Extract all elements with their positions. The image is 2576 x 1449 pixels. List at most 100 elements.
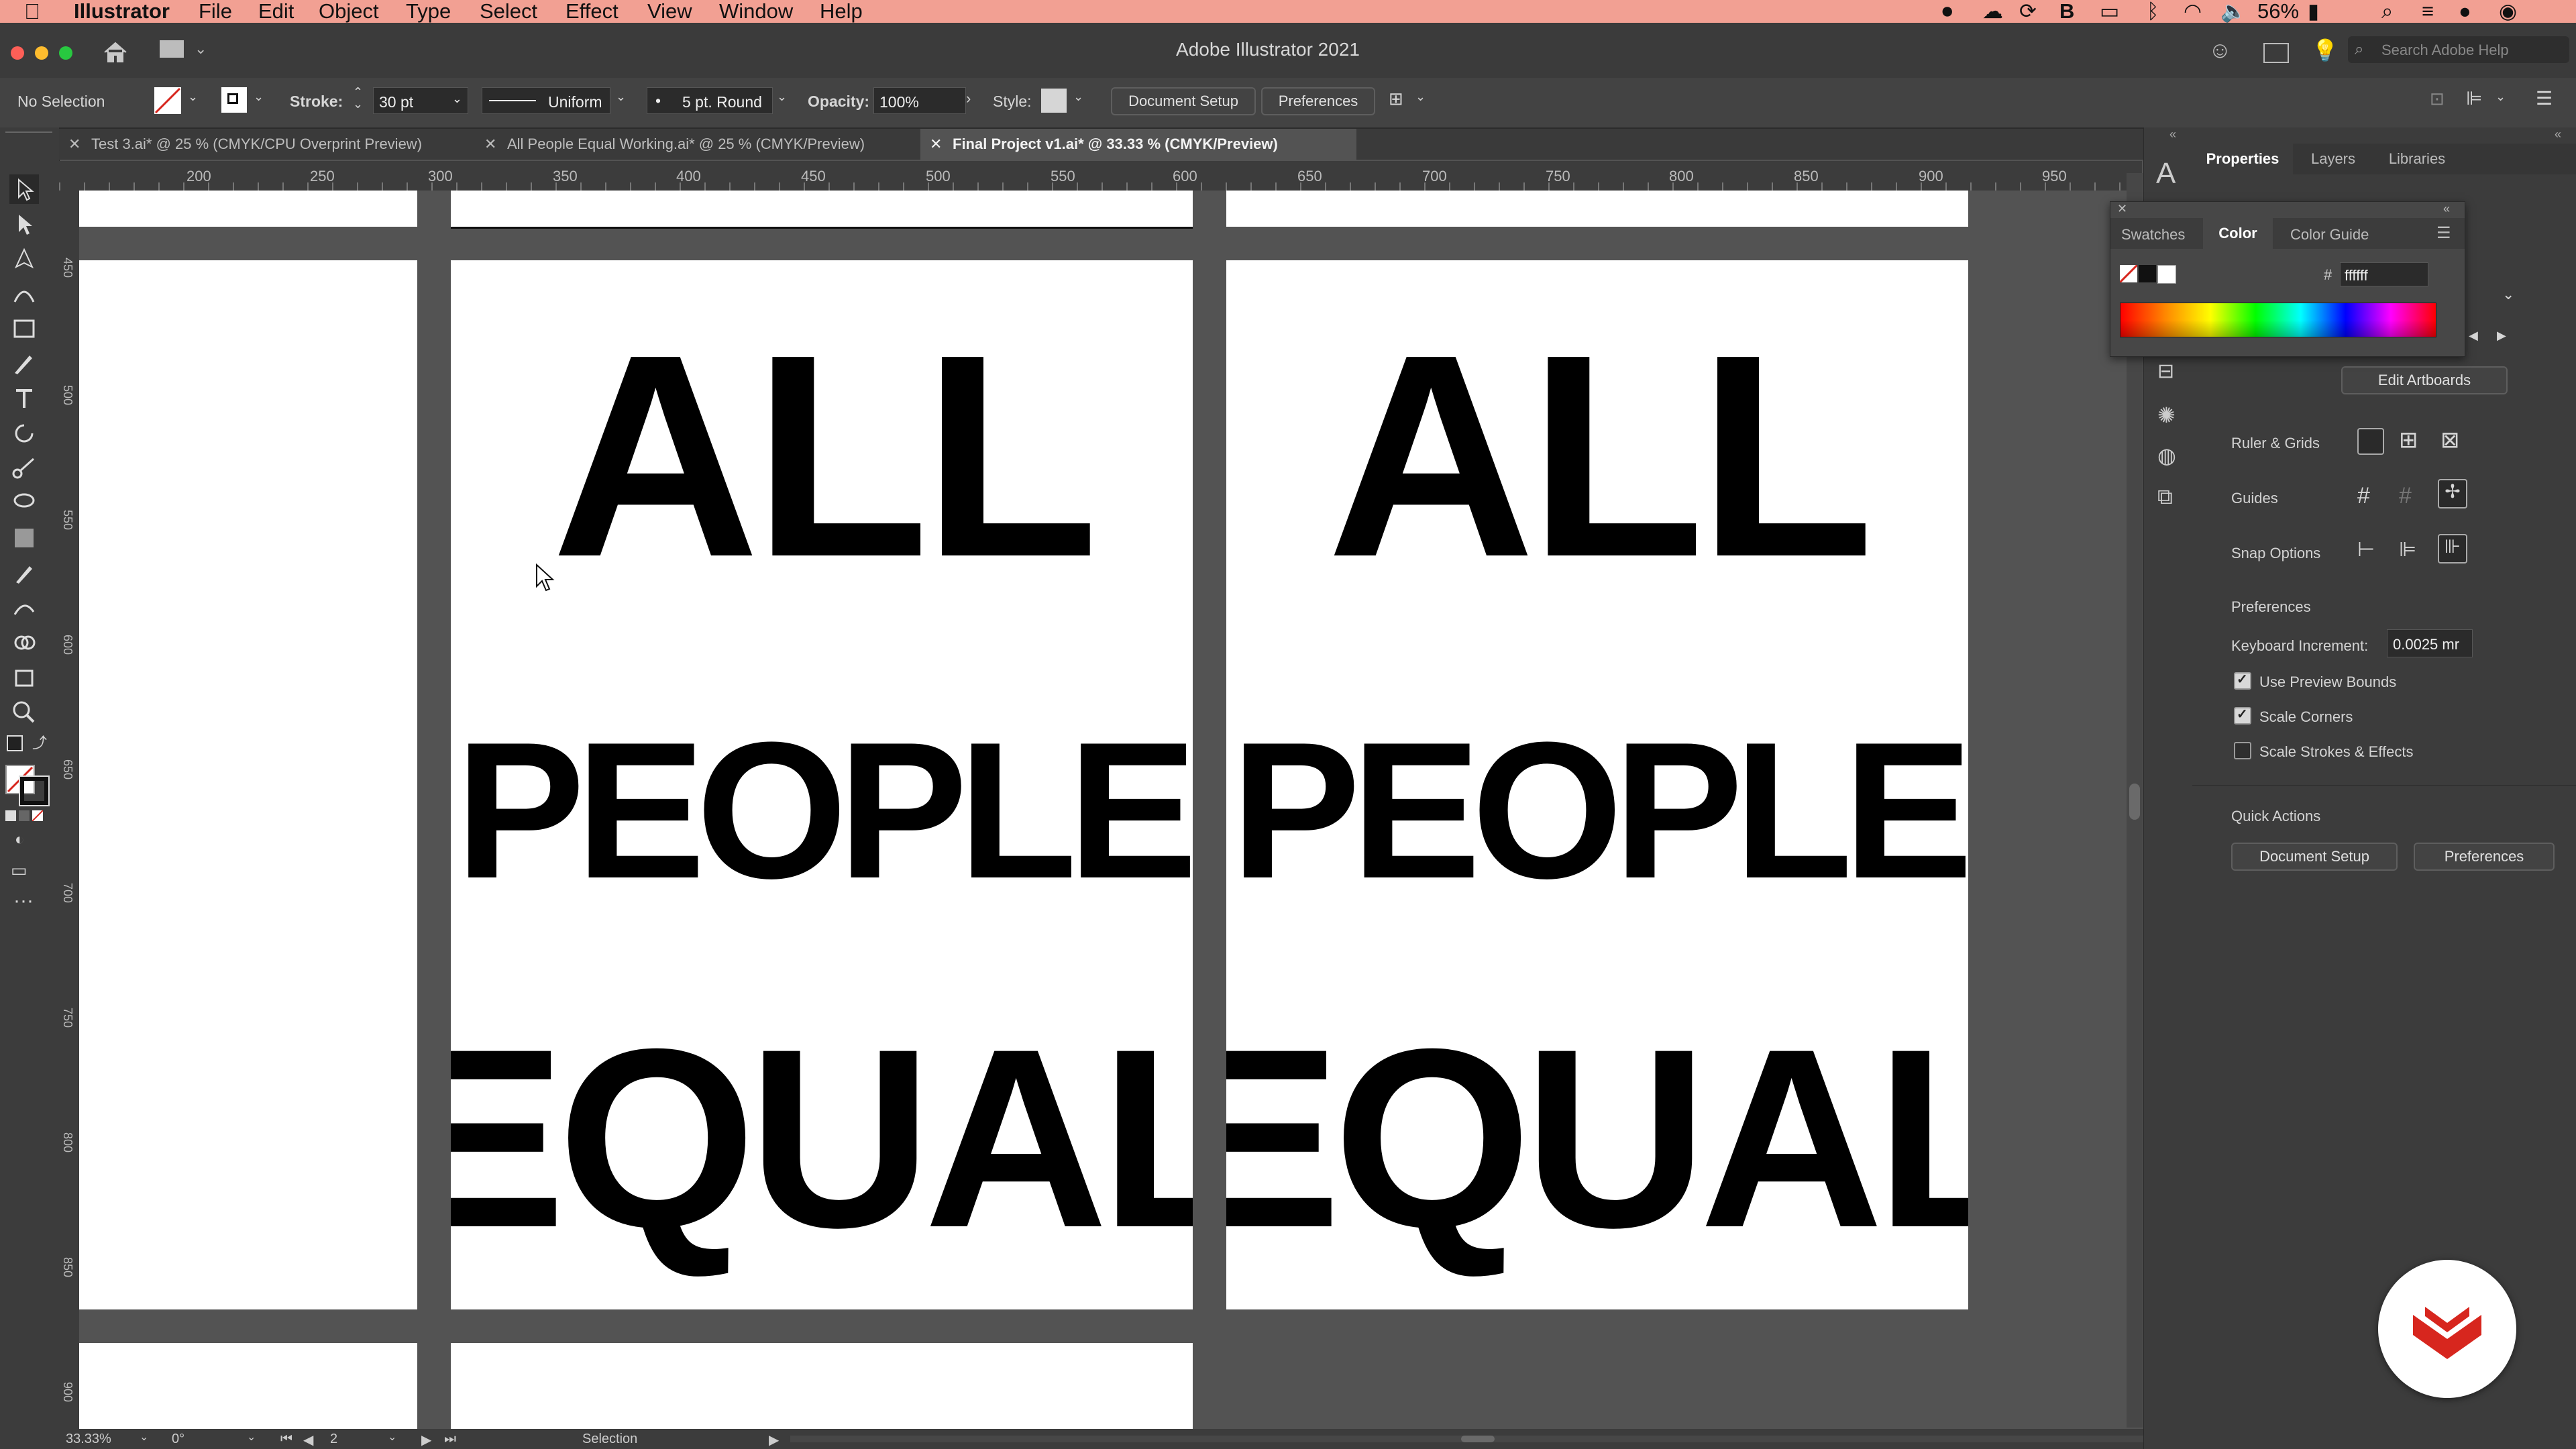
workspace-icon[interactable] <box>2263 43 2289 63</box>
artboard-left-blank[interactable] <box>79 260 417 1309</box>
artboard-dropdown-icon[interactable]: ⌄ <box>2502 286 2514 303</box>
draw-mode-icon[interactable]: ◐ <box>15 830 25 849</box>
appearance-panel-icon[interactable]: ✺ <box>2157 402 2176 428</box>
collapse-panel-icon[interactable]: « <box>2443 202 2450 216</box>
creative-cloud-icon[interactable]: ☁ <box>1982 0 2003 23</box>
brush-dropdown-icon[interactable]: ⌄ <box>777 90 787 104</box>
screen-mode-icon[interactable]: ▭ <box>11 860 28 881</box>
menu-app-name[interactable]: Illustrator <box>74 0 170 23</box>
profile-dropdown-icon[interactable]: ⌄ <box>616 90 626 104</box>
quick-preferences-button[interactable]: Preferences <box>2414 843 2555 871</box>
vertical-ruler[interactable]: 450 500 550 600 650 700 750 800 850 900 <box>59 191 80 1429</box>
siri-icon[interactable]: ◉ <box>2499 0 2517 23</box>
snap-icon[interactable]: ⊫ <box>2466 87 2482 109</box>
artboard-poster-1[interactable]: ALL PEOPLE EQUAL <box>396 260 1260 1309</box>
fill-dropdown-icon[interactable]: ⌄ <box>188 90 198 104</box>
style-dropdown-icon[interactable]: ⌄ <box>1073 90 1083 104</box>
align-dropdown-icon[interactable]: ⌄ <box>1415 90 1426 104</box>
tab-properties[interactable]: Properties <box>2192 144 2293 174</box>
gradient-mode-icon[interactable] <box>19 810 30 821</box>
pen-tool-icon[interactable] <box>9 244 39 274</box>
selection-tool-icon[interactable] <box>9 174 39 204</box>
panel-icon[interactable]: ⊟ <box>2157 360 2174 383</box>
stroke-stepper-icon[interactable]: ⌃ ⌄ <box>353 86 363 110</box>
vertical-scrollbar[interactable] <box>2127 173 2143 1428</box>
color-spectrum[interactable] <box>2120 303 2436 337</box>
character-panel-icon[interactable]: A <box>2156 157 2176 191</box>
stroke-swatch[interactable] <box>221 87 247 113</box>
panel-menu-icon[interactable]: ☰ <box>2436 223 2451 243</box>
rotation-value[interactable]: 0° <box>172 1432 184 1447</box>
scale-corners-checkbox[interactable] <box>2234 706 2251 724</box>
snap-to-pixel-icon[interactable]: ⊪ <box>2438 534 2467 564</box>
last-artboard-icon[interactable]: ⏭ <box>444 1432 456 1447</box>
chevron-right-icon[interactable]: › <box>966 90 971 107</box>
artboard[interactable] <box>79 191 417 227</box>
black-swatch[interactable] <box>2139 265 2156 282</box>
toolbar-grip[interactable] <box>5 131 52 140</box>
menu-view[interactable]: View <box>647 0 692 23</box>
align-icon[interactable]: ⊞ <box>1389 89 1403 109</box>
close-tab-icon[interactable]: ✕ <box>930 129 942 160</box>
artboard[interactable] <box>1226 191 1968 227</box>
close-tab-icon[interactable]: ✕ <box>484 129 496 160</box>
apple-icon[interactable]:  <box>24 0 40 23</box>
all-people-equal-artwork[interactable]: ALL PEOPLE EQUAL <box>1171 260 2035 1309</box>
white-swatch[interactable] <box>2157 265 2176 284</box>
status-menu-icon[interactable]: ▶ <box>769 1432 779 1448</box>
puppet-warp-tool-icon[interactable] <box>9 593 39 623</box>
artboard-tool-icon[interactable] <box>9 663 39 692</box>
battery-percent[interactable]: 56% <box>2257 0 2299 23</box>
rectangle-tool-icon[interactable] <box>9 314 39 343</box>
battery-icon[interactable]: ▮ <box>2308 0 2319 23</box>
grid-icon[interactable]: ⊞ <box>2399 427 2418 453</box>
direct-selection-tool-icon[interactable] <box>9 209 39 239</box>
zoom-level[interactable]: 33.33% <box>66 1432 111 1447</box>
panel-menu-icon[interactable]: ☰ <box>2536 87 2553 109</box>
previous-artboard-icon[interactable]: ◀ <box>2469 329 2478 343</box>
volume-icon[interactable]: 🔈 <box>2220 0 2247 23</box>
stroke-color-box[interactable] <box>19 775 50 806</box>
artboard[interactable] <box>451 191 1193 229</box>
canvas[interactable]: ALL PEOPLE EQUAL ALL PEOPLE EQUAL <box>79 191 2142 1429</box>
document-setup-button[interactable]: Document Setup <box>1111 87 1256 115</box>
cloud-user-icon[interactable]: ☺ <box>2208 38 2232 64</box>
eyedropper-tool-icon[interactable] <box>9 558 39 588</box>
sync-icon[interactable]: ⟳ <box>2019 0 2037 23</box>
tab-color-guide[interactable]: Color Guide <box>2290 226 2369 244</box>
transparency-panel-icon[interactable]: ◍ <box>2157 443 2176 468</box>
record-icon[interactable]: ⏺ <box>1942 0 1953 23</box>
gradient-tool-icon[interactable] <box>9 523 39 553</box>
snap-to-point-icon[interactable]: ⊢ <box>2357 538 2375 561</box>
lock-guides-icon[interactable]: # <box>2399 483 2412 509</box>
horizontal-scrollbar[interactable] <box>790 1436 2172 1442</box>
chevron-down-icon[interactable]: ⌄ <box>140 1430 148 1444</box>
opacity-input[interactable]: 100% <box>873 87 966 114</box>
hex-color-input[interactable]: ffffff <box>2340 262 2428 286</box>
menu-edit[interactable]: Edit <box>258 0 294 23</box>
user-avatar-icon[interactable]: ● <box>2459 0 2471 23</box>
spotlight-icon[interactable]: ⌕ <box>2381 0 2393 23</box>
fill-swatch[interactable] <box>154 87 181 114</box>
use-preview-bounds-checkbox[interactable] <box>2234 671 2251 690</box>
airplay-icon[interactable]: ▭ <box>2100 0 2119 23</box>
pathfinder-panel-icon[interactable]: ⧉ <box>2157 484 2173 510</box>
menu-file[interactable]: File <box>199 0 232 23</box>
tab-final-project[interactable]: ✕ Final Project v1.ai* @ 33.33 % (CMYK/P… <box>920 129 1356 160</box>
close-panel-icon[interactable]: ✕ <box>2117 202 2127 216</box>
rotate-tool-icon[interactable] <box>9 419 39 448</box>
keyboard-increment-input[interactable]: 0.0025 mr <box>2387 629 2473 657</box>
curvature-tool-icon[interactable] <box>9 279 39 309</box>
tab-test-3[interactable]: ✕ Test 3.ai* @ 25 % (CMYK/CPU Overprint … <box>59 129 472 160</box>
variable-width-profile[interactable]: Uniform <box>482 87 610 114</box>
wifi-icon[interactable]: ◠ <box>2184 0 2202 23</box>
menu-window[interactable]: Window <box>719 0 793 23</box>
next-artboard-icon[interactable]: ▶ <box>2497 329 2506 343</box>
menu-effect[interactable]: Effect <box>566 0 619 23</box>
zoom-tool-icon[interactable] <box>9 698 39 727</box>
menu-select[interactable]: Select <box>480 0 537 23</box>
paintbrush-tool-icon[interactable] <box>9 349 39 378</box>
snap-dropdown-icon[interactable]: ⌄ <box>2496 90 2506 104</box>
bluetooth-icon[interactable]: ᛒ <box>2147 0 2159 23</box>
snap-to-grid-icon[interactable]: ⊫ <box>2399 538 2416 561</box>
